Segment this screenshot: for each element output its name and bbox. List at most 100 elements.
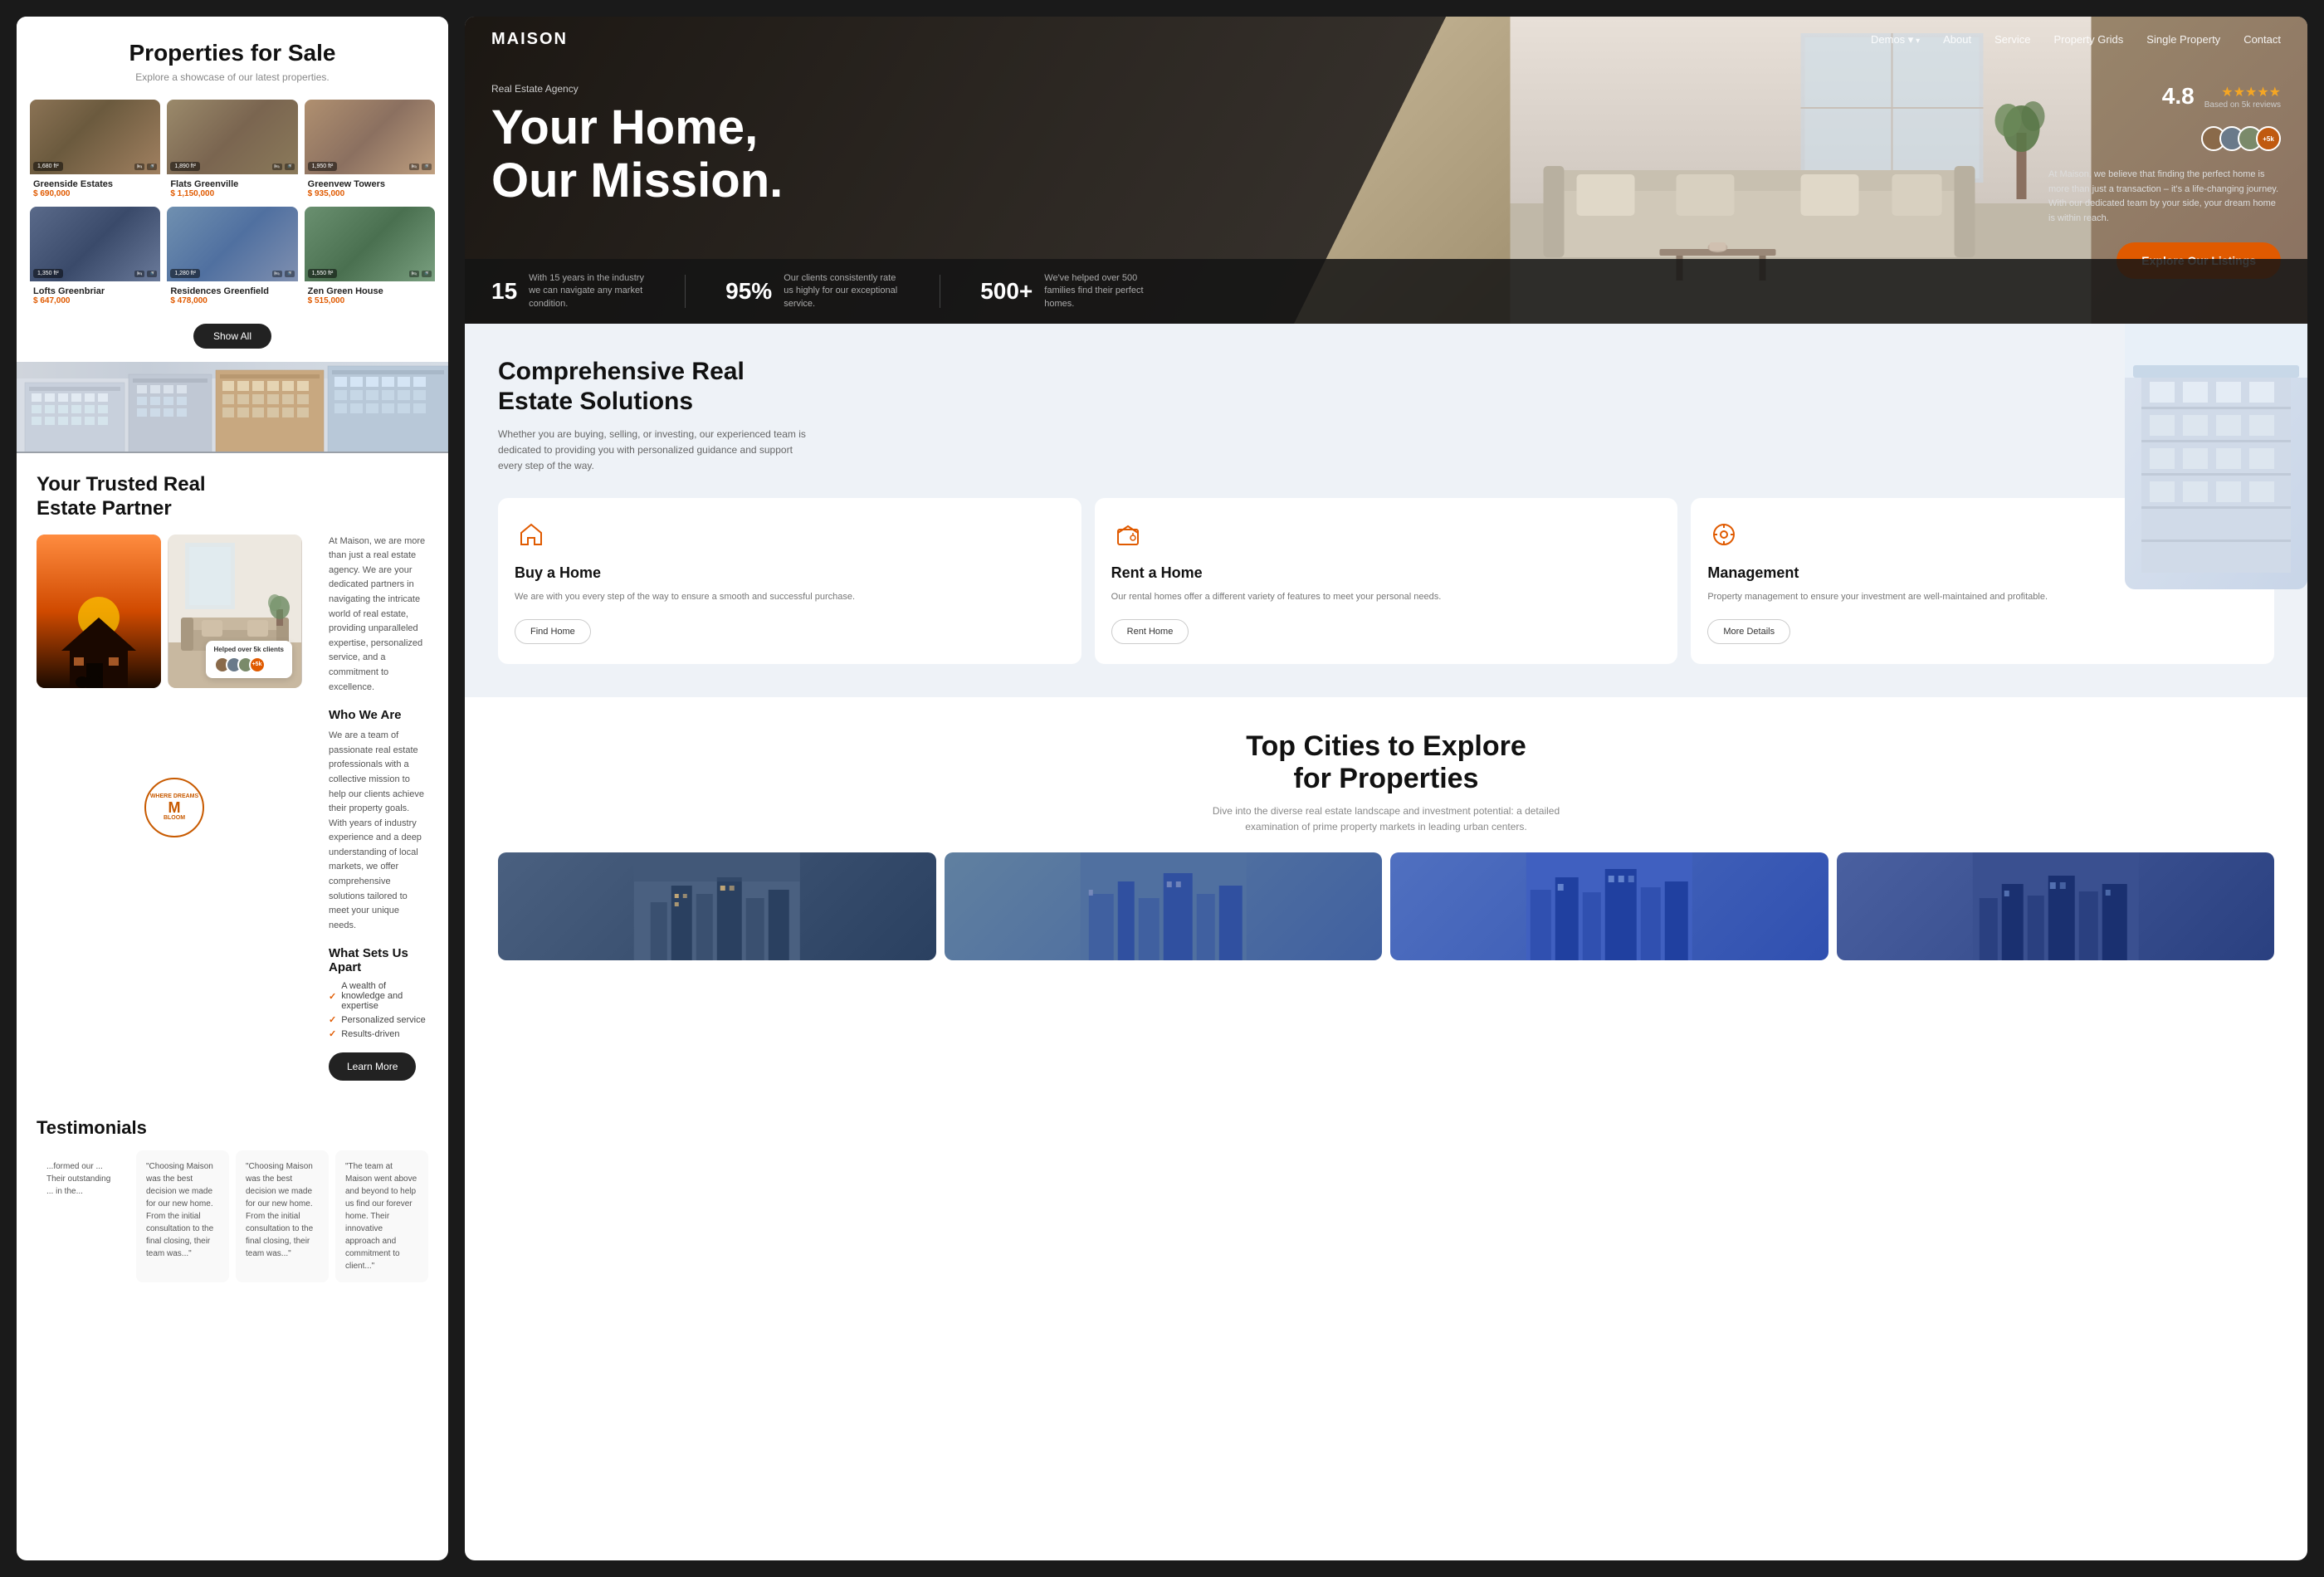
nav-demos[interactable]: Demos ▾ <box>1871 33 1920 46</box>
left-panel: Properties for Sale Explore a showcase o… <box>17 17 448 1560</box>
city-card-2[interactable] <box>945 852 1383 960</box>
rating-box: 4.8 ★★★★★ Based on 5k reviews <box>2048 83 2281 110</box>
property-tag-5: 1,550 ft² <box>308 269 338 278</box>
property-tag-1: 1,890 ft² <box>170 162 200 171</box>
solution-card-rent: Rent a Home Our rental homes offer a dif… <box>1095 498 1678 665</box>
property-tag-3: 1,350 ft² <box>33 269 63 278</box>
city-card-1[interactable] <box>498 852 936 960</box>
property-card-4[interactable]: 1,280 ft² 🛏 🚿 Residences Greenfield $ 47… <box>167 207 297 307</box>
bed-icon-3: 🛏 <box>134 271 144 277</box>
rating-details: ★★★★★ Based on 5k reviews <box>2204 84 2281 110</box>
hero-content-right: 4.8 ★★★★★ Based on 5k reviews +5k At Mai… <box>2048 83 2281 279</box>
outdoor-photo-svg <box>37 535 161 688</box>
hero-tag: Real Estate Agency <box>491 83 783 95</box>
stat-rating-num: 95% <box>725 278 772 305</box>
city-skyline-1 <box>498 852 936 960</box>
rent-home-title: Rent a Home <box>1111 564 1662 582</box>
property-name-3: Lofts Greenbriar <box>33 286 157 296</box>
bath-icon-2: 🚿 <box>422 164 432 170</box>
check-icon-1: ✓ <box>329 1014 336 1025</box>
buy-home-title: Buy a Home <box>515 564 1065 582</box>
property-card-2[interactable]: 1,950 ft² 🛏 🚿 Greenvew Towers $ 935,000 <box>305 100 435 200</box>
rent-home-icon <box>1111 518 1145 551</box>
stat-families-num: 500+ <box>980 278 1033 305</box>
property-name-2: Greenvew Towers <box>308 179 432 189</box>
property-name-0: Greenside Estates <box>33 179 157 189</box>
learn-more-button[interactable]: Learn More <box>329 1052 416 1081</box>
bed-icon-2: 🛏 <box>409 164 419 170</box>
who-we-are-title: Who We Are <box>329 708 428 722</box>
check-text-2: Results-driven <box>341 1029 399 1039</box>
architecture-svg <box>2125 324 2307 589</box>
stat-years-num: 15 <box>491 278 517 305</box>
property-card-0[interactable]: 1,680 ft² 🛏 🚿 Greenside Estates $ 690,00… <box>30 100 160 200</box>
property-name-4: Residences Greenfield <box>170 286 294 296</box>
nav-about[interactable]: About <box>1943 33 1971 46</box>
trusted-img-interior: Helped over 5k clients +5k <box>168 535 302 688</box>
property-tag-0: 1,680 ft² <box>33 162 63 171</box>
property-image-4: 1,280 ft² 🛏 🚿 <box>167 207 297 281</box>
avatar-group: +5k <box>2048 126 2281 151</box>
who-we-are-text: We are a team of passionate real estate … <box>329 729 428 933</box>
stat-families: 500+ We've helped over 500 families find… <box>980 272 1160 310</box>
nav-property-grids[interactable]: Property Grids <box>2053 33 2123 46</box>
navigation: MAISON Demos ▾ About Service Property Gr… <box>465 17 2307 62</box>
solutions-title: Comprehensive Real Estate Solutions <box>498 357 813 417</box>
who-we-are: Who We Are We are a team of passionate r… <box>329 708 428 933</box>
city-card-4[interactable] <box>1837 852 2275 960</box>
stat-divider-1 <box>685 275 686 308</box>
check-item-1: ✓Personalized service <box>329 1014 428 1025</box>
cities-header: Top Cities to Explorefor Properties Dive… <box>498 730 2274 835</box>
city-skyline-4 <box>1837 852 2275 960</box>
management-icon <box>1707 518 1741 551</box>
property-price-3: $ 647,000 <box>33 296 157 305</box>
testimonial-card-3: "The team at Maison went above and beyon… <box>335 1150 428 1282</box>
rent-home-button[interactable]: Rent Home <box>1111 619 1189 644</box>
cities-grid <box>498 852 2274 960</box>
property-price-4: $ 478,000 <box>170 296 294 305</box>
avatar-hero-plus: +5k <box>2256 126 2281 151</box>
bed-icon-5: 🛏 <box>409 271 419 277</box>
nav-service[interactable]: Service <box>1994 33 2030 46</box>
bath-icon-3: 🚿 <box>147 271 157 277</box>
check-item-0: ✓A wealth of knowledge and expertise <box>329 981 428 1011</box>
property-card-5[interactable]: 1,550 ft² 🛏 🚿 Zen Green House $ 515,000 <box>305 207 435 307</box>
city-card-3[interactable] <box>1390 852 1828 960</box>
bath-icon-5: 🚿 <box>422 271 432 277</box>
hero-content-left: Real Estate Agency Your Home, Our Missio… <box>491 83 783 208</box>
city-skyline-3 <box>1390 852 1828 960</box>
avatar-plus: +5k <box>249 657 266 673</box>
property-price-0: $ 690,000 <box>33 189 157 198</box>
cities-section: Top Cities to Explorefor Properties Dive… <box>465 697 2307 993</box>
hero-stats-bar: 15 With 15 years in the industry we can … <box>465 259 2307 324</box>
helped-badge: Helped over 5k clients +5k <box>206 641 292 678</box>
brand-badge: WHERE DREAMS M BLOOM <box>144 778 204 837</box>
property-card-3[interactable]: 1,350 ft² 🛏 🚿 Lofts Greenbriar $ 647,000 <box>30 207 160 307</box>
properties-title: Properties for Sale <box>37 40 428 66</box>
right-panel: MAISON Demos ▾ About Service Property Gr… <box>465 17 2307 1560</box>
hero-description: At Maison, we believe that finding the p… <box>2048 168 2281 226</box>
property-grid: 1,680 ft² 🛏 🚿 Greenside Estates $ 690,00… <box>17 100 448 320</box>
property-name-1: Flats Greenville <box>170 179 294 189</box>
cities-desc: Dive into the diverse real estate landsc… <box>1187 803 1585 835</box>
show-all-button[interactable]: Show All <box>193 324 271 349</box>
stat-rating-desc: Our clients consistently rate us highly … <box>784 272 900 310</box>
more-details-button[interactable]: More Details <box>1707 619 1790 644</box>
nav-single-property[interactable]: Single Property <box>2146 33 2220 46</box>
find-home-button[interactable]: Find Home <box>515 619 591 644</box>
hero-title-line1: Your Home, <box>491 100 758 154</box>
property-card-1[interactable]: 1,890 ft² 🛏 🚿 Flats Greenville $ 1,150,0… <box>167 100 297 200</box>
solutions-header: Comprehensive Real Estate Solutions Whet… <box>498 357 813 475</box>
property-image-0: 1,680 ft² 🛏 🚿 <box>30 100 160 174</box>
nav-contact[interactable]: Contact <box>2243 33 2281 46</box>
bath-icon-0: 🚿 <box>147 164 157 170</box>
testimonials-grid: ...formed our ... Their outstanding ... … <box>37 1150 428 1282</box>
stat-families-desc: We've helped over 500 families find thei… <box>1044 272 1160 310</box>
property-tag-4: 1,280 ft² <box>170 269 200 278</box>
property-image-1: 1,890 ft² 🛏 🚿 <box>167 100 297 174</box>
hero-title-line2: Our Mission. <box>491 154 783 208</box>
hero-title: Your Home, Our Mission. <box>491 101 783 208</box>
property-name-5: Zen Green House <box>308 286 432 296</box>
what-sets-apart: What Sets Us Apart ✓A wealth of knowledg… <box>329 946 428 1039</box>
trusted-text-content: At Maison, we are more than just a real … <box>315 535 428 1081</box>
